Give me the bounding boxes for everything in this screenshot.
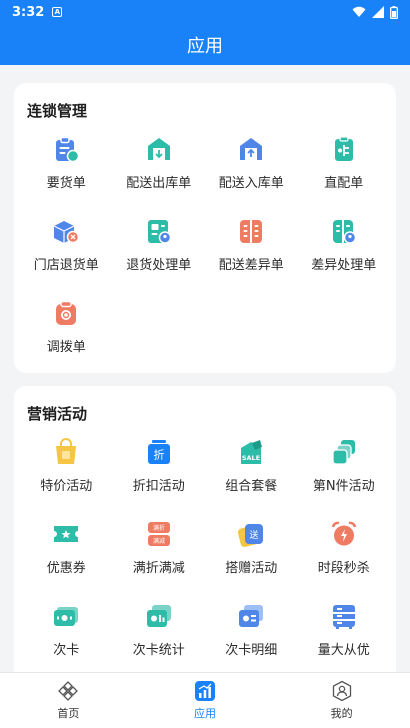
signal-icon	[372, 6, 384, 18]
battery-icon	[390, 5, 398, 19]
card-stats-icon	[146, 605, 171, 627]
page-title: 应用	[187, 35, 223, 57]
grid-item-times-card[interactable]: 次卡	[21, 602, 111, 658]
grid-item-nth-item[interactable]: 第N件活动	[299, 438, 389, 494]
difference-icon	[240, 220, 263, 243]
card-detail-icon	[239, 605, 264, 627]
tab-label: 应用	[194, 707, 216, 720]
grid-item-delivery-in[interactable]: 配送入库单	[206, 135, 296, 191]
marketing-activities-card: 营销活动 特价活动 折 折扣活动 SALE 组合套餐 第N件活动 优惠券 满折 …	[14, 386, 396, 672]
grid-item-direct-delivery[interactable]: 直配单	[299, 135, 389, 191]
section-title: 连锁管理	[27, 102, 88, 120]
grid-item-requisition[interactable]: 要货单	[21, 135, 111, 191]
grid-item-return-process[interactable]: 退货处理单	[114, 217, 204, 273]
grid-item-label: 调拨单	[46, 340, 86, 355]
grid-item-label: 特价活动	[40, 479, 93, 494]
tab-label: 我的	[330, 707, 353, 720]
grid-item-card-detail[interactable]: 次卡明细	[206, 602, 296, 658]
grid-item-label: 次卡统计	[132, 643, 185, 658]
grid-item-label: 次卡	[53, 643, 80, 658]
grid-item-label: 配送差异单	[218, 258, 284, 273]
clipboard-icon	[56, 136, 80, 163]
full-off-glyph-2: 满减	[153, 537, 165, 545]
discount-icon-glyph: 折	[153, 448, 164, 462]
grid-item-label: 第N件活动	[312, 479, 375, 494]
bottom-tab-bar: 首页 应用 我的	[0, 672, 410, 728]
alarm-clock-icon	[331, 521, 356, 546]
apps-icon	[195, 681, 215, 701]
grid-item-label: 满折满减	[132, 561, 185, 576]
tab-apps[interactable]: 应用	[137, 673, 274, 728]
grid-item-transfer[interactable]: 调拨单	[21, 299, 111, 355]
grid-item-bulk-discount[interactable]: 量大从优	[299, 602, 389, 658]
warehouse-in-icon	[240, 138, 263, 160]
grid-item-gift[interactable]: 送 搭赠活动	[206, 520, 296, 576]
direct-delivery-icon	[334, 136, 353, 161]
grid-item-full-reduction[interactable]: 满折 满减 满折满减	[114, 520, 204, 576]
grid-item-card-stats[interactable]: 次卡统计	[114, 602, 204, 658]
tab-home[interactable]: 首页	[0, 673, 137, 728]
coupon-icon	[54, 526, 79, 542]
grid-item-label: 搭赠活动	[225, 561, 278, 576]
grid-item-label: 门店退货单	[33, 258, 99, 273]
warehouse-out-icon	[147, 138, 170, 160]
marketing-grid: 特价活动 折 折扣活动 SALE 组合套餐 第N件活动 优惠券 满折 满减 满折…	[14, 438, 396, 658]
combo-sale-icon: SALE	[241, 440, 263, 464]
grid-item-label: 配送入库单	[218, 176, 284, 191]
wifi-icon	[352, 6, 366, 17]
grid-item-delivery-difference[interactable]: 配送差异单	[206, 217, 296, 273]
grid-item-label: 配送出库单	[126, 176, 192, 191]
grid-item-difference-process[interactable]: 差异处理单	[299, 217, 389, 273]
grid-item-combo[interactable]: SALE 组合套餐	[206, 438, 296, 494]
grid-item-label: 组合套餐	[225, 479, 278, 494]
grid-item-discount[interactable]: 折 折扣活动	[114, 438, 204, 494]
chain-management-card: 连锁管理 要货单 配送出库单 配送入库单 直配单 门店退货单 退货处理单 配送差…	[14, 83, 396, 373]
status-bar: 3:32 A	[0, 0, 410, 24]
discount-icon: 折	[147, 440, 170, 464]
grid-item-label: 要货单	[46, 176, 86, 191]
status-time: 3:32	[12, 4, 45, 20]
difference-process-icon	[332, 220, 356, 244]
times-card-icon	[54, 607, 79, 626]
grid-item-label: 退货处理单	[126, 258, 192, 273]
app-header: 应用	[0, 24, 410, 65]
grid-item-coupon[interactable]: 优惠券	[21, 520, 111, 576]
grid-item-label: 时段秒杀	[317, 561, 370, 576]
full-off-glyph-1: 满折	[153, 524, 165, 532]
return-box-icon	[53, 221, 80, 244]
tab-profile[interactable]: 我的	[273, 673, 410, 728]
content-area: 连锁管理 要货单 配送出库单 配送入库单 直配单 门店退货单 退货处理单 配送差…	[0, 65, 410, 672]
grid-item-label: 差异处理单	[311, 258, 377, 273]
grid-item-label: 折扣活动	[132, 479, 185, 494]
grid-item-label: 次卡明细	[225, 643, 278, 658]
grid-item-label: 直配单	[324, 176, 364, 191]
combo-sale-icon-glyph: SALE	[242, 454, 260, 462]
bulk-discount-icon	[332, 605, 355, 629]
grid-item-label: 量大从优	[317, 643, 370, 658]
chain-management-grid: 要货单 配送出库单 配送入库单 直配单 门店退货单 退货处理单 配送差异单 差异…	[14, 135, 396, 355]
grid-item-special-price[interactable]: 特价活动	[21, 438, 111, 494]
gift-icon: 送	[238, 524, 264, 548]
special-price-icon	[56, 438, 77, 464]
gift-icon-glyph: 送	[250, 529, 259, 541]
nth-item-icon	[332, 440, 355, 465]
grid-item-delivery-out[interactable]: 配送出库单	[114, 135, 204, 191]
full-reduction-icon: 满折 满减	[147, 522, 170, 546]
section-title: 营销活动	[27, 405, 88, 423]
home-icon	[58, 681, 79, 701]
transfer-icon	[56, 300, 77, 325]
notification-icon: A	[52, 7, 63, 17]
grid-item-label: 优惠券	[46, 561, 86, 576]
grid-item-flash-sale[interactable]: 时段秒杀	[299, 520, 389, 576]
grid-item-store-return[interactable]: 门店退货单	[21, 217, 111, 273]
profile-icon	[332, 680, 351, 702]
return-process-icon	[147, 220, 171, 244]
tab-label: 首页	[57, 707, 80, 720]
